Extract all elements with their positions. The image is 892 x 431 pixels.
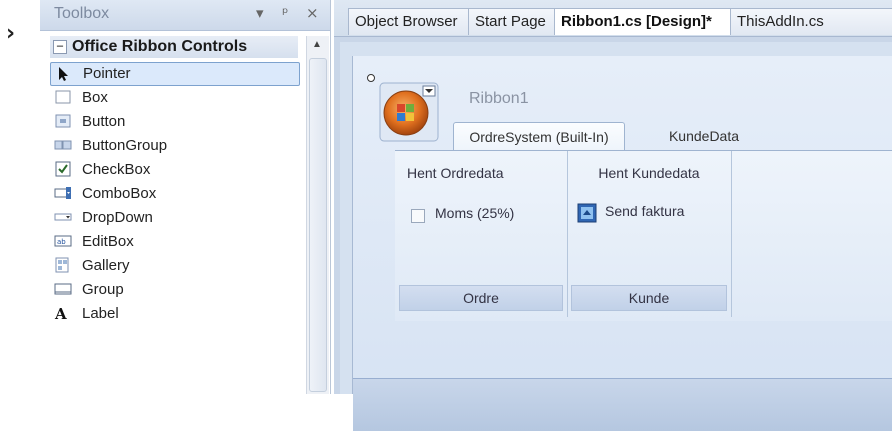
- moms-checkbox-label: Moms (25%): [435, 205, 515, 221]
- toolbox-group-header[interactable]: − Office Ribbon Controls: [50, 36, 298, 58]
- toolbox-item-label: ComboBox: [82, 185, 157, 202]
- toolbox-panel: Toolbox ▾ ᵖ × − Office Ribbon Controls P…: [40, 0, 331, 394]
- toolbox-item-gallery[interactable]: Gallery: [50, 254, 300, 278]
- toolbox-item-dropdown[interactable]: DropDown: [50, 206, 300, 230]
- svg-text:A: A: [54, 305, 67, 321]
- toolbox-item-button[interactable]: Button: [50, 110, 300, 134]
- designer-panel: Object Browser Start Page Ribbon1.cs [De…: [334, 0, 892, 431]
- toolbox-item-label: Gallery: [82, 257, 130, 274]
- toolbox-item-label: Group: [82, 281, 124, 298]
- tab-kundedata[interactable]: KundeData: [649, 122, 759, 150]
- toolbox-item-checkbox[interactable]: CheckBox: [50, 158, 300, 182]
- scroll-up-icon[interactable]: ▲: [309, 37, 325, 53]
- box-icon: [55, 90, 71, 104]
- group-footer-label: Kunde: [571, 285, 727, 311]
- toolbox-item-label-control[interactable]: A Label: [50, 302, 300, 326]
- tab-object-browser[interactable]: Object Browser: [348, 8, 472, 35]
- selection-handle[interactable]: [367, 74, 375, 82]
- toolbox-item-label: CheckBox: [82, 161, 151, 178]
- send-faktura-icon: [577, 203, 597, 223]
- button-icon: [55, 114, 71, 128]
- toolbox-group-label: Office Ribbon Controls: [72, 38, 248, 55]
- designer-bottom-tray: [353, 378, 892, 431]
- ribbon-group-kunde[interactable]: Hent Kundedata Send faktura Kunde: [567, 151, 732, 317]
- toolbox-scrollbar[interactable]: ▲: [306, 36, 329, 394]
- tab-thisaddin[interactable]: ThisAddIn.cs: [730, 8, 892, 35]
- tab-ribbon1-design[interactable]: Ribbon1.cs [Design]*: [554, 8, 736, 35]
- pin-icon[interactable]: ᵖ: [282, 4, 288, 22]
- ribbon-body: Hent Ordredata Moms (25%) Ordre Hent Kun…: [395, 150, 892, 321]
- toolbox-item-box[interactable]: Box: [50, 86, 300, 110]
- collapse-icon[interactable]: −: [53, 40, 67, 54]
- toolbox-item-label: EditBox: [82, 233, 134, 250]
- design-surface: Ribbon1 OrdreSystem (Built-In) KundeData…: [340, 42, 892, 431]
- group-header-label: Hent Ordredata: [407, 165, 504, 181]
- combobox-icon: [54, 187, 71, 199]
- group-icon: [54, 283, 72, 295]
- toolbox-item-combobox[interactable]: ComboBox: [50, 182, 300, 206]
- group-footer-label: Ordre: [399, 285, 563, 311]
- toolbox-item-list: Pointer Box Button ButtonGroup CheckBox …: [50, 62, 300, 326]
- label-icon: A: [54, 305, 67, 321]
- svg-text:ab: ab: [57, 238, 66, 246]
- editbox-icon: ab: [54, 235, 72, 247]
- toolbox-titlebar: Toolbox ▾ ᵖ ×: [40, 0, 330, 31]
- toolbox-item-group[interactable]: Group: [50, 278, 300, 302]
- close-icon[interactable]: ×: [306, 4, 319, 22]
- ribbon-title: Ribbon1: [469, 90, 529, 107]
- pointer-icon: [59, 67, 68, 81]
- toolbox-title: Toolbox: [54, 5, 110, 22]
- toolbox-dropdown-icon[interactable]: ▾: [256, 4, 264, 22]
- tab-start-page[interactable]: Start Page: [468, 8, 558, 35]
- expand-arrow-icon: ›: [6, 21, 16, 46]
- toolbox-item-editbox[interactable]: ab EditBox: [50, 230, 300, 254]
- scroll-thumb[interactable]: [309, 58, 327, 392]
- buttongroup-icon: [54, 140, 72, 150]
- ribbon-canvas[interactable]: Ribbon1 OrdreSystem (Built-In) KundeData…: [352, 56, 892, 431]
- toolbox-item-pointer[interactable]: Pointer: [50, 62, 300, 86]
- toolbox-item-label: DropDown: [82, 209, 153, 226]
- moms-checkbox[interactable]: [411, 209, 425, 223]
- checkbox-icon: [55, 161, 71, 177]
- office-button-icon[interactable]: [379, 82, 439, 142]
- ribbon-group-ordre[interactable]: Hent Ordredata Moms (25%) Ordre: [395, 151, 568, 317]
- toolbox-item-label: Label: [82, 305, 119, 322]
- gallery-icon: [55, 257, 69, 273]
- toolbox-item-label: ButtonGroup: [82, 137, 168, 154]
- toolbox-item-label: Pointer: [83, 65, 131, 82]
- toolbox-item-buttongroup[interactable]: ButtonGroup: [50, 134, 300, 158]
- toolbox-item-label: Button: [82, 113, 126, 130]
- send-faktura-button[interactable]: Send faktura: [605, 203, 684, 219]
- tab-ordresystem[interactable]: OrdreSystem (Built-In): [453, 122, 625, 151]
- group-header-label: Hent Kundedata: [598, 165, 700, 181]
- dropdown-icon: [54, 213, 72, 221]
- toolbox-item-label: Box: [82, 89, 108, 106]
- document-tab-strip: Object Browser Start Page Ribbon1.cs [De…: [334, 0, 892, 37]
